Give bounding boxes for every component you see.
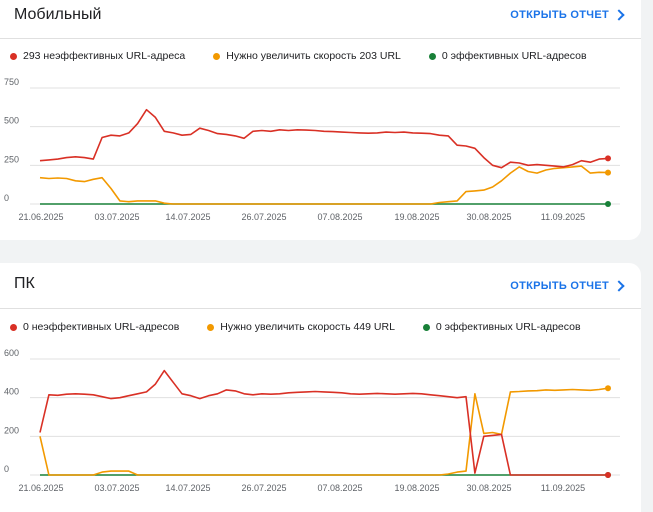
green-dot-icon (428, 52, 436, 60)
series-line (39, 108, 609, 169)
section-title: Мобильный (14, 6, 102, 23)
x-tick-label: 19.08.2025 (394, 212, 439, 222)
series-end-point (605, 472, 611, 478)
series-end-point (605, 385, 611, 392)
orange-dot-icon (213, 52, 221, 60)
y-tick-label: 500 (4, 116, 19, 126)
x-tick-label: 11.09.2025 (541, 212, 585, 222)
red-dot-icon (10, 323, 17, 331)
legend-item-good[interactable]: 0 эффективных URL-адресов (422, 321, 581, 333)
x-tick-label: 11.09.2025 (541, 483, 585, 493)
legend-label: Нужно увеличить скорость 203 URL (226, 50, 401, 62)
orange-dot-icon (207, 323, 215, 331)
green-dot-icon (422, 323, 430, 331)
y-tick-label: 600 (4, 348, 19, 358)
legend-item-good[interactable]: 0 эффективных URL-адресов (428, 50, 587, 62)
open-report-button[interactable]: ОТКРЫТЬ ОТЧЕТ (510, 9, 625, 21)
open-report-label: ОТКРЫТЬ ОТЧЕТ (510, 9, 609, 21)
x-tick-label: 26.07.2025 (241, 212, 286, 222)
legend-item-needs-improvement[interactable]: Нужно увеличить скорость 203 URL (213, 50, 401, 62)
legend-item-poor[interactable]: 293 неэффективных URL-адреса (10, 50, 185, 62)
red-dot-icon (10, 52, 17, 60)
y-tick-label: 400 (4, 387, 19, 397)
x-tick-label: 07.08.2025 (317, 212, 362, 222)
series-line (39, 387, 609, 476)
legend: 293 неэффективных URL-адреса Нужно увели… (10, 50, 615, 62)
legend-item-needs-improvement[interactable]: Нужно увеличить скорость 449 URL (207, 321, 395, 333)
open-report-label: ОТКРЫТЬ ОТЧЕТ (510, 280, 609, 292)
y-tick-label: 250 (4, 154, 19, 164)
y-tick-label: 0 (4, 464, 9, 474)
legend-item-poor[interactable]: 0 неэффективных URL-адресов (10, 321, 179, 333)
chevron-right-icon (613, 280, 625, 292)
legend-label: Нужно увеличить скорость 449 URL (220, 321, 395, 333)
y-tick-label: 200 (4, 425, 19, 435)
mobile-line-chart: 750 500 250 0 21.06.2025 03.07.2025 14.07.2025… (4, 77, 620, 222)
y-tick-label: 0 (4, 193, 9, 203)
legend: 0 неэффективных URL-адресов Нужно увелич… (10, 321, 609, 333)
legend-label: 0 эффективных URL-адресов (435, 321, 581, 333)
x-tick-label: 14.07.2025 (165, 212, 210, 222)
series-end-point (605, 155, 611, 162)
legend-label: 0 эффективных URL-адресов (441, 50, 587, 62)
series-end-point (605, 201, 611, 207)
x-tick-label: 07.08.2025 (317, 483, 362, 493)
x-tick-label: 19.08.2025 (394, 483, 439, 493)
x-tick-label: 14.07.2025 (165, 483, 210, 493)
open-report-button[interactable]: ОТКРЫТЬ ОТЧЕТ (510, 280, 625, 292)
x-tick-label: 26.07.2025 (241, 483, 286, 493)
desktop-line-chart: 600 400 200 0 21.06.2025 03.07.2025 14.07.2025… (4, 348, 620, 493)
x-tick-label: 21.06.2025 (18, 483, 63, 493)
x-tick-label: 03.07.2025 (94, 483, 139, 493)
legend-label: 0 неэффективных URL-адресов (23, 321, 180, 333)
x-tick-label: 30.08.2025 (466, 212, 511, 222)
series-end-point (605, 169, 611, 176)
desktop-card: ПК ОТКРЫТЬ ОТЧЕТ 0 неэффективных URL-адр… (0, 263, 641, 512)
divider (0, 308, 641, 309)
series-line (39, 165, 609, 205)
section-title: ПК (14, 275, 35, 292)
chevron-right-icon (613, 9, 625, 21)
series-line (39, 369, 608, 476)
mobile-card: Мобильный ОТКРЫТЬ ОТЧЕТ 293 неэффективны… (0, 0, 641, 240)
x-tick-label: 21.06.2025 (18, 212, 63, 222)
legend-label: 293 неэффективных URL-адреса (23, 50, 186, 62)
divider (0, 38, 641, 39)
x-tick-label: 03.07.2025 (94, 212, 139, 222)
y-tick-label: 750 (4, 77, 19, 87)
x-tick-label: 30.08.2025 (466, 483, 511, 493)
